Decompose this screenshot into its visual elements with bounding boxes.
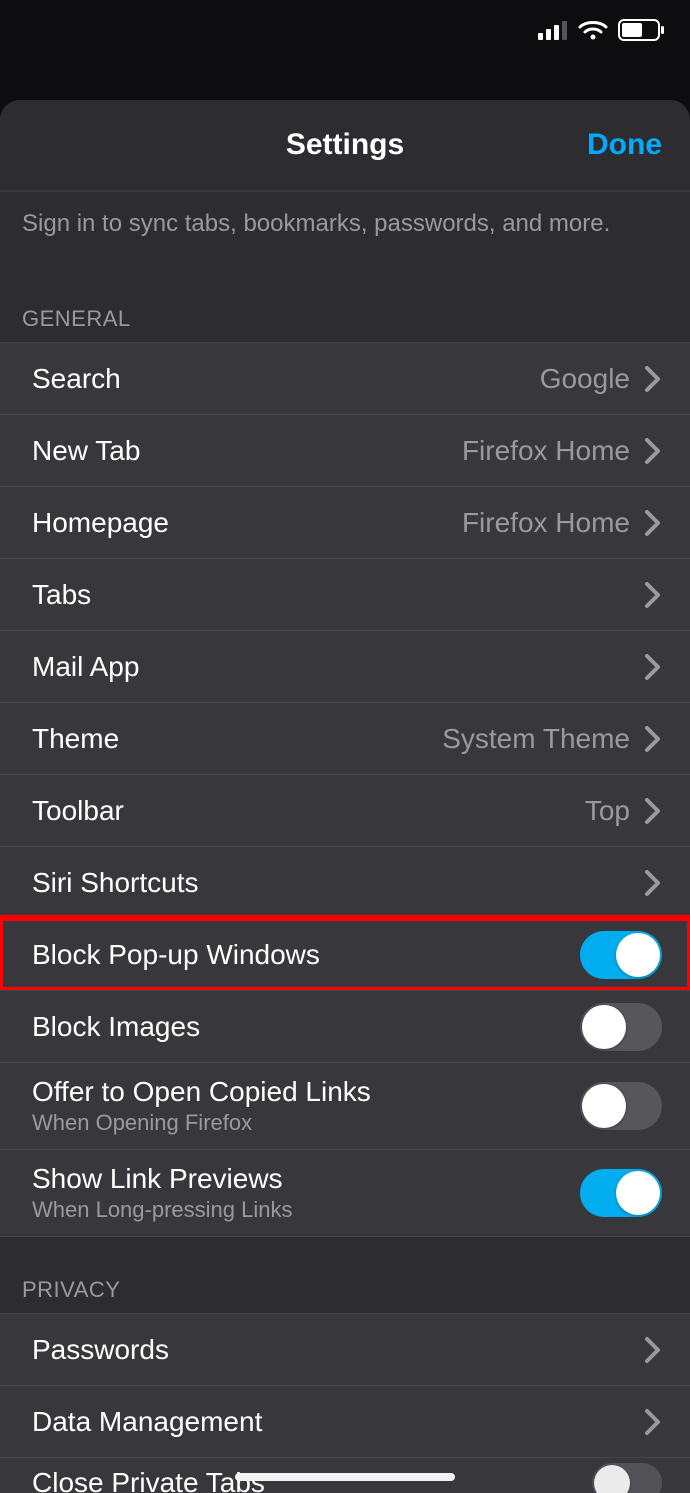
row-label: Block Images [32,1011,200,1043]
chevron-right-icon [644,581,662,609]
chevron-right-icon [644,869,662,897]
chevron-right-icon [644,437,662,465]
row-label: Data Management [32,1406,262,1438]
row-subtitle: When Long-pressing Links [32,1197,292,1223]
row-value: Google [540,363,630,395]
section-header-privacy: PRIVACY [0,1237,690,1313]
chevron-right-icon [644,653,662,681]
row-value: System Theme [442,723,630,755]
offer-copied-switch[interactable] [580,1082,662,1130]
settings-content[interactable]: Sign in to sync tabs, bookmarks, passwor… [0,191,690,1493]
row-show-link-previews[interactable]: Show Link Previews When Long-pressing Li… [0,1149,690,1237]
battery-icon [618,19,666,41]
row-label: New Tab [32,435,140,467]
block-images-switch[interactable] [580,1003,662,1051]
row-search[interactable]: Search Google [0,342,690,414]
settings-sheet: Settings Done Sign in to sync tabs, book… [0,100,690,1493]
row-subtitle: When Opening Firefox [32,1110,371,1136]
row-label: Theme [32,723,119,755]
row-value: Top [585,795,630,827]
done-button[interactable]: Done [587,128,662,162]
row-label: Mail App [32,651,139,683]
page-title: Settings [286,128,404,162]
row-passwords[interactable]: Passwords [0,1313,690,1385]
row-label: Homepage [32,507,169,539]
row-label: Offer to Open Copied Links [32,1076,371,1108]
wifi-icon [578,19,608,41]
signin-hint: Sign in to sync tabs, bookmarks, passwor… [0,191,690,246]
home-indicator[interactable] [235,1473,455,1481]
chevron-right-icon [644,797,662,825]
cellular-signal-icon [538,20,568,40]
link-previews-switch[interactable] [580,1169,662,1217]
row-value: Firefox Home [462,435,630,467]
chevron-right-icon [644,1336,662,1364]
row-label: Block Pop-up Windows [32,939,320,971]
row-label: Tabs [32,579,91,611]
chevron-right-icon [644,725,662,753]
chevron-right-icon [644,509,662,537]
row-block-images[interactable]: Block Images [0,990,690,1062]
row-value: Firefox Home [462,507,630,539]
row-label: Siri Shortcuts [32,867,199,899]
row-toolbar[interactable]: Toolbar Top [0,774,690,846]
row-offer-copied-links[interactable]: Offer to Open Copied Links When Opening … [0,1062,690,1149]
row-label: Toolbar [32,795,124,827]
row-label: Close Private Tabs [32,1467,265,1493]
chevron-right-icon [644,365,662,393]
screen: Settings Done Sign in to sync tabs, book… [0,0,690,1493]
row-data-management[interactable]: Data Management [0,1385,690,1457]
row-tabs[interactable]: Tabs [0,558,690,630]
row-mail-app[interactable]: Mail App [0,630,690,702]
row-label: Passwords [32,1334,169,1366]
block-popup-switch[interactable] [580,931,662,979]
row-block-popup-windows[interactable]: Block Pop-up Windows [0,918,690,990]
chevron-right-icon [644,1408,662,1436]
close-private-switch[interactable] [592,1463,662,1493]
row-theme[interactable]: Theme System Theme [0,702,690,774]
section-header-general: GENERAL [0,246,690,342]
navbar: Settings Done [0,100,690,191]
row-siri-shortcuts[interactable]: Siri Shortcuts [0,846,690,918]
status-bar [0,0,690,60]
row-new-tab[interactable]: New Tab Firefox Home [0,414,690,486]
row-label: Search [32,363,121,395]
row-homepage[interactable]: Homepage Firefox Home [0,486,690,558]
row-label: Show Link Previews [32,1163,292,1195]
